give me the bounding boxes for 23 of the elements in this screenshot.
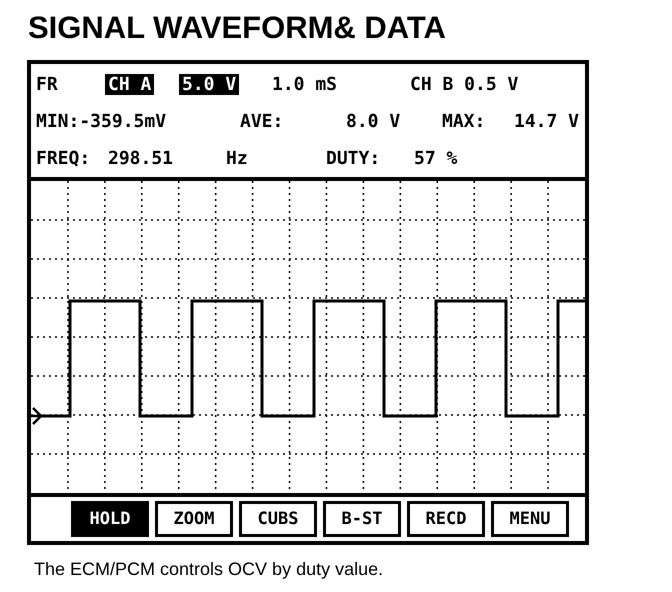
- readout-text: MAX:: [441, 111, 486, 132]
- caption-text: The ECM/PCM controls OCV by duty value.: [34, 559, 384, 580]
- softkey-button[interactable]: MENU: [491, 501, 569, 537]
- readout-text: DUTY:: [325, 148, 382, 169]
- softkey-button[interactable]: B-ST: [323, 501, 401, 537]
- softkey-button[interactable]: CUBS: [239, 501, 317, 537]
- readout-text: FREQ:: [35, 148, 92, 169]
- readout-text: 1.0 mS: [271, 74, 338, 95]
- readout-text: 5.0 V: [179, 74, 240, 95]
- page-title: SIGNAL WAVEFORM& DATA: [28, 9, 447, 47]
- readout-text: MIN:-359.5mV: [35, 111, 168, 132]
- readout-text: 57 %: [413, 148, 458, 169]
- softkey-button[interactable]: ZOOM: [155, 501, 233, 537]
- readout-text: AVE:: [239, 111, 284, 132]
- readout-text: CH B 0.5 V: [409, 74, 520, 95]
- softkey-button[interactable]: HOLD: [71, 501, 149, 537]
- readout-text: 8.0 V: [345, 111, 402, 132]
- readout-text: 298.51: [107, 148, 174, 169]
- readout-text: 14.7 V: [513, 111, 580, 132]
- readout-text: Hz: [225, 148, 249, 169]
- softkey-button[interactable]: RECD: [407, 501, 485, 537]
- readout-text: FR: [35, 74, 59, 95]
- readout-text: CH A: [105, 74, 154, 95]
